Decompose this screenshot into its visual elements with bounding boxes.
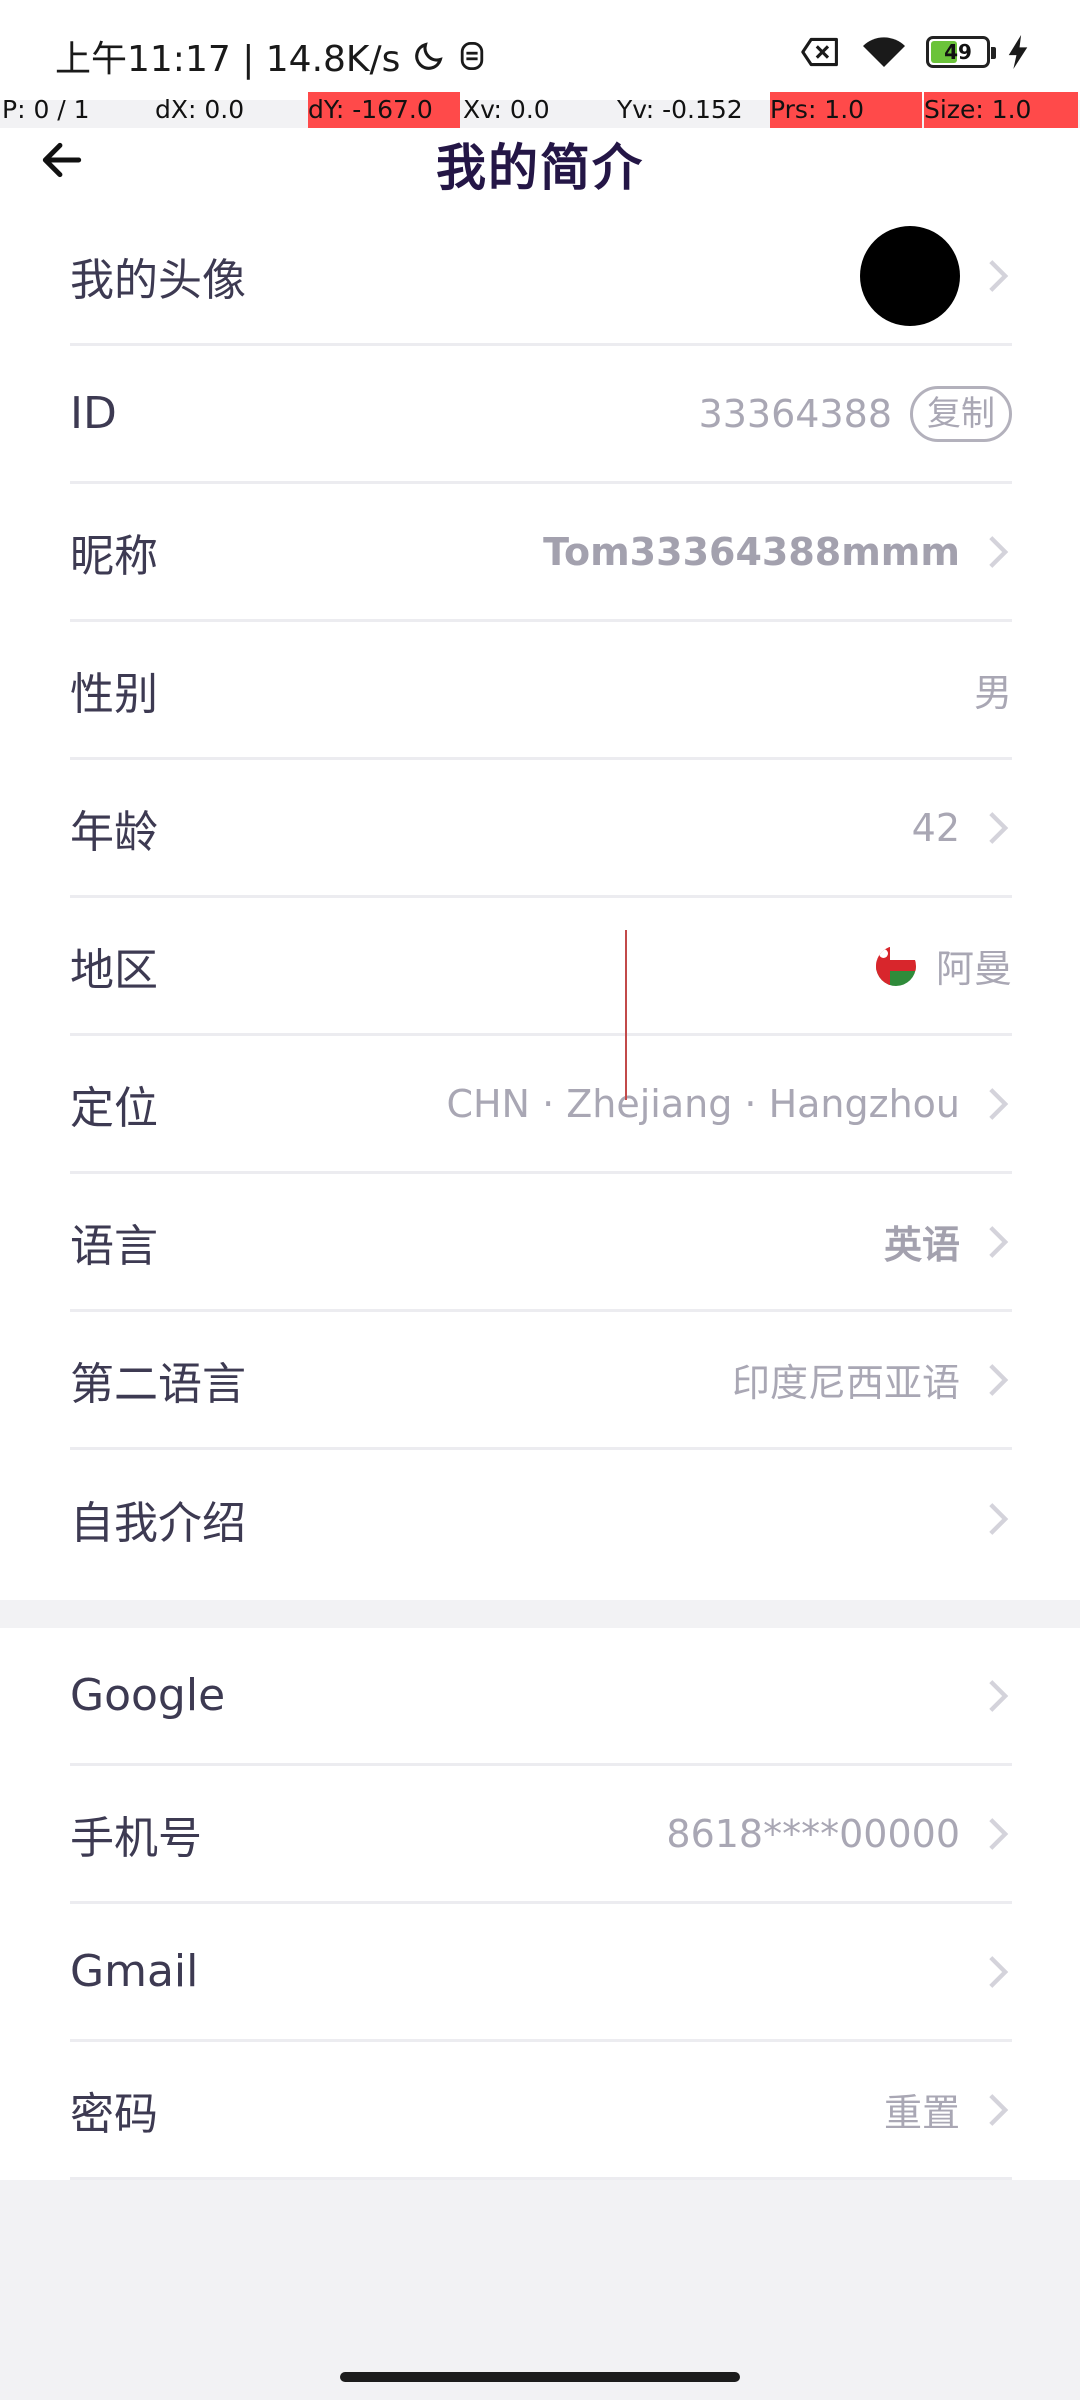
wifi-icon bbox=[863, 37, 905, 67]
bio-row[interactable]: 自我介绍 bbox=[70, 1450, 1012, 1588]
second-language-row[interactable]: 第二语言 印度尼西亚语 bbox=[70, 1312, 1012, 1450]
location-row[interactable]: 定位 CHN · Zhejiang · Hangzhou bbox=[70, 1036, 1012, 1174]
gmail-label: Gmail bbox=[70, 1946, 199, 1997]
moon-icon bbox=[415, 42, 444, 70]
language-value: 英语 bbox=[883, 1223, 960, 1267]
phone-row[interactable]: 手机号 8618****00000 bbox=[70, 1766, 1012, 1904]
location-value: CHN · Zhejiang · Hangzhou bbox=[446, 1081, 960, 1126]
id-row-right: 33364388 复制 bbox=[698, 385, 1012, 442]
nickname-row[interactable]: 昵称 Tom33364388mmm bbox=[70, 484, 1012, 622]
battery-tip bbox=[991, 47, 996, 59]
phone-label: 手机号 bbox=[70, 1812, 202, 1864]
password-label: 密码 bbox=[70, 2088, 158, 2140]
region-label: 地区 bbox=[70, 944, 158, 996]
accounts-section: Google 手机号 8618****00000 Gmail 密码 重置 bbox=[0, 1628, 1080, 2180]
gender-row-right: 男 bbox=[974, 662, 1012, 717]
avatar-label: 我的头像 bbox=[70, 254, 246, 306]
language-label: 语言 bbox=[70, 1220, 158, 1272]
debug-pointer: P: 0 / 1 bbox=[2, 95, 90, 124]
oman-flag-icon bbox=[875, 945, 916, 986]
second-language-value: 印度尼西亚语 bbox=[731, 1361, 960, 1405]
age-row[interactable]: 年龄 42 bbox=[70, 760, 1012, 898]
debug-yv: Yv: -0.152 bbox=[617, 95, 743, 124]
phone-value: 8618****00000 bbox=[666, 1811, 960, 1856]
age-row-right: 42 bbox=[912, 806, 1012, 850]
notification-app-icon bbox=[461, 42, 484, 70]
debug-dy: dY: -167.0 bbox=[308, 92, 460, 128]
region-value: 阿曼 bbox=[935, 947, 1012, 991]
home-indicator[interactable] bbox=[340, 2372, 740, 2382]
gender-label: 性别 bbox=[70, 668, 158, 720]
chevron-right-icon bbox=[984, 1676, 1012, 1716]
nickname-row-right: Tom33364388mmm bbox=[543, 530, 1012, 574]
status-left: 上午11:17 | 14.8K/s bbox=[55, 30, 486, 82]
region-row-right: 阿曼 bbox=[875, 938, 1012, 993]
avatar-row[interactable]: 我的头像 bbox=[70, 208, 1012, 346]
chevron-right-icon bbox=[984, 1222, 1012, 1262]
password-row[interactable]: 密码 重置 bbox=[70, 2042, 1012, 2180]
chevron-right-icon bbox=[984, 808, 1012, 848]
debug-xv: Xv: 0.0 bbox=[463, 95, 550, 124]
charging-bolt-icon bbox=[1008, 35, 1028, 69]
location-row-right: CHN · Zhejiang · Hangzhou bbox=[446, 1082, 1012, 1126]
gmail-row[interactable]: Gmail bbox=[70, 1904, 1012, 2042]
password-row-right: 重置 bbox=[884, 2082, 1012, 2137]
location-label: 定位 bbox=[70, 1082, 158, 1134]
second-language-row-right: 印度尼西亚语 bbox=[732, 1352, 1012, 1407]
avatar[interactable] bbox=[860, 225, 960, 326]
chevron-right-icon bbox=[984, 1952, 1012, 1992]
touch-trace-line bbox=[625, 930, 627, 1100]
page-title: 我的简介 bbox=[436, 139, 644, 197]
google-row[interactable]: Google bbox=[70, 1628, 1012, 1766]
google-row-right bbox=[960, 1676, 1012, 1716]
status-time: 上午11:17 | 14.8K/s bbox=[55, 39, 401, 80]
age-value: 42 bbox=[911, 805, 960, 850]
chevron-right-icon bbox=[984, 256, 1012, 296]
status-bar: 上午11:17 | 14.8K/s 49 bbox=[0, 0, 1080, 100]
region-row: 地区 阿曼 bbox=[70, 898, 1012, 1036]
gender-value: 男 bbox=[973, 671, 1012, 715]
sim-error-icon bbox=[801, 37, 838, 67]
chevron-right-icon bbox=[984, 1084, 1012, 1124]
chevron-right-icon bbox=[984, 1814, 1012, 1854]
pointer-debug-overlay: P: 0 / 1 dX: 0.0 dY: -167.0 Xv: 0.0 Yv: … bbox=[0, 92, 1080, 128]
chevron-right-icon bbox=[984, 1499, 1012, 1539]
status-right: 49 bbox=[800, 34, 1028, 70]
gender-row: 性别 男 bbox=[70, 622, 1012, 760]
profile-section: 我的头像 ID 33364388 复制 昵称 Tom33364388mmm 性别… bbox=[0, 208, 1080, 1600]
nickname-label: 昵称 bbox=[70, 530, 158, 582]
id-value: 33364388 bbox=[698, 391, 892, 436]
debug-dx: dX: 0.0 bbox=[155, 95, 245, 124]
age-label: 年龄 bbox=[70, 806, 158, 858]
bio-label: 自我介绍 bbox=[70, 1498, 246, 1549]
gmail-row-right bbox=[960, 1952, 1012, 1992]
avatar-row-right bbox=[860, 225, 1012, 326]
chevron-right-icon bbox=[984, 2090, 1012, 2130]
chevron-right-icon bbox=[984, 1360, 1012, 1400]
debug-size: Size: 1.0 bbox=[924, 92, 1078, 128]
copy-id-button[interactable]: 复制 bbox=[910, 385, 1012, 442]
password-value: 重置 bbox=[883, 2091, 960, 2135]
nickname-value: Tom33364388mmm bbox=[543, 529, 960, 574]
language-row[interactable]: 语言 英语 bbox=[70, 1174, 1012, 1312]
chevron-right-icon bbox=[984, 532, 1012, 572]
debug-prs: Prs: 1.0 bbox=[770, 92, 922, 128]
battery-icon: 49 bbox=[926, 36, 996, 68]
bio-row-right bbox=[960, 1499, 1012, 1539]
phone-row-right: 8618****00000 bbox=[666, 1812, 1012, 1856]
second-language-label: 第二语言 bbox=[70, 1358, 246, 1410]
language-row-right: 英语 bbox=[884, 1214, 1012, 1269]
id-row: ID 33364388 复制 bbox=[70, 346, 1012, 484]
google-label: Google bbox=[70, 1670, 226, 1721]
app-header: 我的简介 bbox=[0, 128, 1080, 208]
id-label: ID bbox=[70, 388, 117, 439]
battery-level: 49 bbox=[944, 40, 972, 64]
